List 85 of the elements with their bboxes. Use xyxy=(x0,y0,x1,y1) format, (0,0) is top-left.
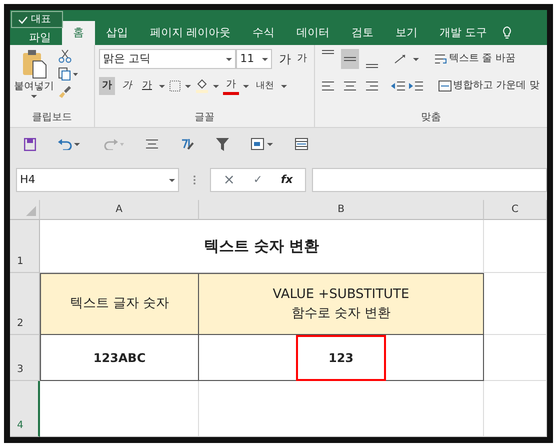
ribbon-tab[interactable]: 보기 xyxy=(384,21,428,45)
column-header[interactable]: A xyxy=(40,200,199,220)
fill-color-icon[interactable] xyxy=(195,79,209,93)
table-cell: 123 xyxy=(296,334,386,380)
group-label: 글꼴 xyxy=(194,111,216,125)
caret-icon[interactable] xyxy=(31,95,37,98)
empty-cell xyxy=(484,381,547,437)
increase-indent-icon[interactable] xyxy=(409,81,423,91)
caret-icon[interactable] xyxy=(185,84,191,88)
phonetic-button[interactable]: 내천 xyxy=(253,77,277,95)
cancel-button[interactable]: × xyxy=(223,170,235,190)
caret-icon[interactable] xyxy=(159,84,165,88)
table-cell-text: 123ABC xyxy=(93,350,146,366)
group-label: 맞춤 xyxy=(420,111,442,125)
caret-icon[interactable] xyxy=(169,178,175,182)
insert-function-button[interactable]: fx xyxy=(280,172,293,188)
merge-icon xyxy=(438,80,452,92)
lightbulb-icon[interactable] xyxy=(502,26,512,40)
ribbon-tab[interactable]: 홈 xyxy=(62,21,95,45)
row-header[interactable]: 4 xyxy=(10,381,40,437)
horizontal-align-button[interactable] xyxy=(319,80,337,92)
merge-center-button[interactable]: 병합하고 가운데 맞 xyxy=(435,77,542,95)
column-header[interactable]: B xyxy=(199,200,484,220)
horizontal-align-button[interactable] xyxy=(341,80,359,92)
align-icon xyxy=(344,57,356,61)
table-header-cell-text: 텍스트 글자 숫자 xyxy=(70,295,170,314)
row-header[interactable]: 1 xyxy=(10,220,40,273)
empty-cell xyxy=(484,335,547,381)
wrap-text-button[interactable]: 텍스트 줄 바꿈 xyxy=(431,50,518,68)
font-size-field[interactable]: 11 xyxy=(236,49,272,69)
wrap-icon xyxy=(434,53,448,65)
ribbon-tab[interactable]: 데이터 xyxy=(286,21,340,45)
align-icon xyxy=(322,50,334,54)
ribbon-tab[interactable]: 페이지 레이아웃 xyxy=(139,21,242,45)
empty-cell xyxy=(484,220,547,273)
grow-font-button[interactable]: 가 xyxy=(276,50,294,68)
row-header[interactable]: 3 xyxy=(10,335,40,381)
caret-icon[interactable] xyxy=(243,84,249,88)
filter-icon[interactable] xyxy=(216,138,229,150)
paintbrush-icon[interactable] xyxy=(58,85,72,99)
borders-icon[interactable] xyxy=(169,80,181,92)
copy-icon[interactable] xyxy=(58,67,78,81)
ribbon-tab[interactable]: 개발 도구 xyxy=(428,21,498,45)
caret-icon[interactable] xyxy=(413,58,419,60)
name-box[interactable]: H4 xyxy=(16,168,179,192)
formula-input[interactable] xyxy=(312,168,547,192)
font-color-button[interactable]: 가 xyxy=(223,78,239,94)
row-header[interactable]: 2 xyxy=(10,273,40,335)
column-header[interactable]: C xyxy=(484,200,547,220)
font-style-button[interactable]: 가 xyxy=(139,77,155,95)
paste-button[interactable]: 붙여넣기 xyxy=(14,79,54,95)
scissors-icon[interactable] xyxy=(58,49,72,63)
table-header-cell-text: 함수로 숫자 변환 xyxy=(291,305,391,323)
ribbon-tab[interactable]: 검토 xyxy=(340,21,384,45)
shrink-font-button[interactable]: 가 xyxy=(294,50,310,68)
form-icon[interactable] xyxy=(295,138,308,150)
font-name-field[interactable]: 맑은 고딕 xyxy=(99,49,236,69)
font-style-button[interactable]: 가 xyxy=(119,77,135,95)
caret-icon[interactable] xyxy=(213,84,219,88)
caret-icon[interactable] xyxy=(281,84,287,88)
caret-icon[interactable] xyxy=(262,58,268,60)
caret-icon[interactable] xyxy=(226,58,232,60)
ribbon-tab[interactable]: 파일 xyxy=(18,29,62,45)
decrease-indent-icon[interactable] xyxy=(391,81,405,91)
align-icon xyxy=(322,81,334,91)
table-header-cell-text: VALUE +SUBSTITUTE xyxy=(272,286,410,304)
save-icon[interactable] xyxy=(24,138,36,150)
font-style-button[interactable]: 가 xyxy=(99,77,115,95)
horizontal-align-button[interactable] xyxy=(363,80,381,92)
enter-button[interactable]: ✓ xyxy=(253,172,263,188)
undo-icon[interactable] xyxy=(58,138,80,150)
vertical-align-button[interactable] xyxy=(341,49,359,69)
spelling-icon[interactable] xyxy=(180,137,194,151)
align-icon xyxy=(366,64,378,68)
grip-icon xyxy=(193,175,196,185)
label-tooltip[interactable]: 대표 xyxy=(11,11,63,28)
align-icon xyxy=(344,81,356,91)
ribbon-tab[interactable]: 수식 xyxy=(242,21,286,45)
align-icon[interactable] xyxy=(146,139,158,149)
clipboard-icon[interactable] xyxy=(21,49,47,79)
group-label: 클립보드 xyxy=(31,111,73,125)
check-icon xyxy=(18,16,28,24)
ribbon-tab[interactable]: 삽입 xyxy=(95,21,139,45)
table-icon[interactable] xyxy=(251,138,273,150)
align-icon xyxy=(366,81,378,91)
